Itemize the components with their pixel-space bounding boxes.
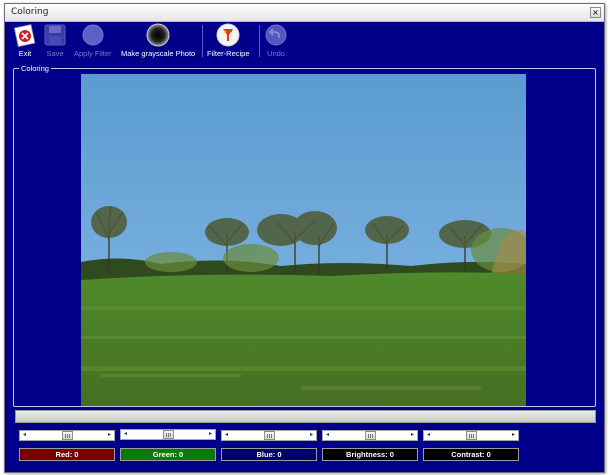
filter-recipe-label: Filter-Recipe — [207, 49, 250, 58]
contrast-slider-thumb[interactable] — [466, 431, 477, 440]
photo-preview — [81, 74, 526, 406]
slider-left-arrow-icon[interactable]: ◂ — [424, 431, 433, 440]
toolbar: Exit Save Apply Filter Make grayscale Ph… — [5, 22, 604, 60]
red-value-label: Red: 0 — [19, 448, 115, 461]
save-disk-icon — [43, 23, 67, 47]
landscape-photo-image — [81, 74, 526, 406]
red-slider-thumb[interactable] — [62, 431, 73, 440]
blue-slider[interactable]: ◂ ▸ — [221, 430, 317, 441]
exit-button[interactable]: Exit — [13, 22, 37, 60]
slider-right-arrow-icon[interactable]: ▸ — [408, 431, 417, 440]
make-grayscale-label: Make grayscale Photo — [121, 49, 196, 58]
toolbar-separator — [202, 25, 203, 57]
slider-left-arrow-icon[interactable]: ◂ — [20, 431, 29, 440]
slider-right-arrow-icon[interactable]: ▸ — [206, 430, 215, 439]
contrast-value-label: Contrast: 0 — [423, 448, 519, 461]
brightness-slider-thumb[interactable] — [365, 431, 376, 440]
slider-left-arrow-icon[interactable]: ◂ — [121, 430, 130, 439]
save-button[interactable]: Save — [43, 22, 67, 60]
blue-value-label: Blue: 0 — [221, 448, 317, 461]
exit-icon — [13, 23, 37, 48]
green-slider[interactable]: ◂ ▸ — [120, 429, 216, 440]
brightness-slider[interactable]: ◂ ▸ — [322, 430, 418, 441]
filter-recipe-button[interactable]: Filter-Recipe — [207, 22, 250, 60]
apply-filter-icon — [81, 23, 105, 47]
apply-filter-label: Apply Filter — [74, 49, 112, 58]
slider-left-arrow-icon[interactable]: ◂ — [222, 431, 231, 440]
coloring-groupbox: Coloring — [13, 64, 596, 407]
title-bar[interactable]: Coloring × — [5, 4, 604, 22]
red-slider[interactable]: ◂ ▸ — [19, 430, 115, 441]
green-slider-thumb[interactable] — [163, 430, 174, 439]
undo-icon — [264, 23, 288, 47]
window-title: Coloring — [11, 7, 49, 17]
slider-right-arrow-icon[interactable]: ▸ — [509, 431, 518, 440]
make-grayscale-button[interactable]: Make grayscale Photo — [121, 22, 195, 60]
grayscale-lens-icon — [146, 23, 170, 47]
toolbar-separator — [259, 25, 260, 57]
save-label: Save — [46, 49, 64, 58]
undo-button[interactable]: Undo — [264, 22, 288, 60]
filter-recipe-icon — [216, 23, 240, 47]
progress-bar — [15, 410, 596, 423]
blue-slider-thumb[interactable] — [264, 431, 275, 440]
close-button[interactable]: × — [590, 7, 601, 18]
coloring-group-label: Coloring — [19, 64, 51, 73]
exit-label: Exit — [18, 49, 32, 58]
apply-filter-button[interactable]: Apply Filter — [74, 22, 112, 60]
contrast-slider[interactable]: ◂ ▸ — [423, 430, 519, 441]
green-value-label: Green: 0 — [120, 448, 216, 461]
brightness-value-label: Brightness: 0 — [322, 448, 418, 461]
slider-right-arrow-icon[interactable]: ▸ — [307, 431, 316, 440]
slider-left-arrow-icon[interactable]: ◂ — [323, 431, 332, 440]
slider-right-arrow-icon[interactable]: ▸ — [105, 431, 114, 440]
undo-label: Undo — [267, 49, 285, 58]
